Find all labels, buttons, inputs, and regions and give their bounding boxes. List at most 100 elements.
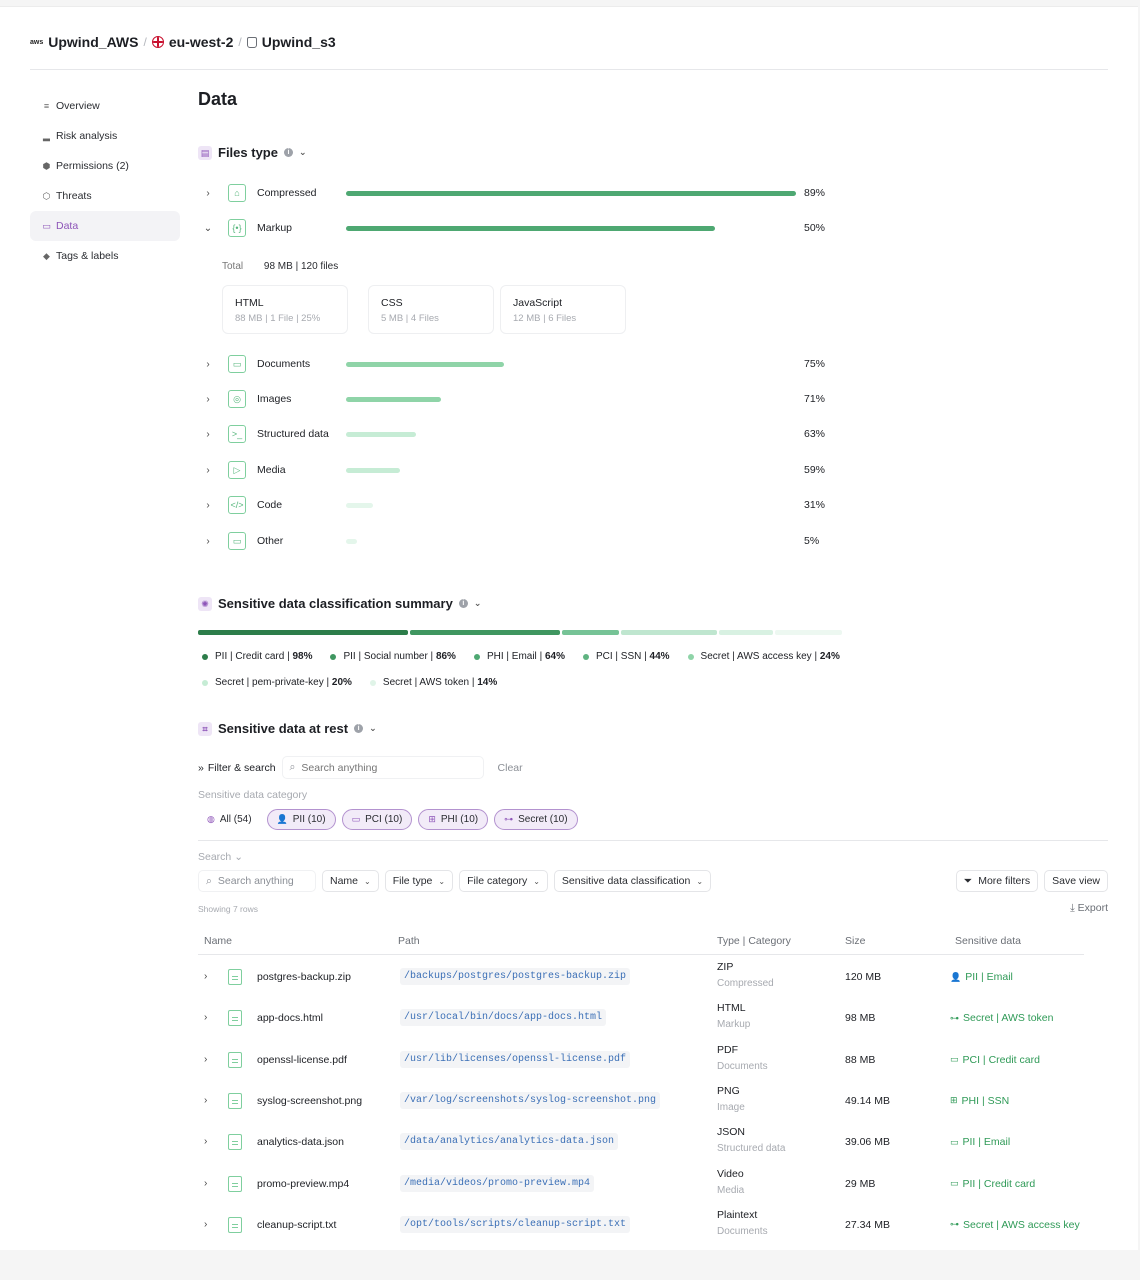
export-button[interactable]: ⤓ Export — [1070, 902, 1108, 915]
file-type-row[interactable]: › >_ Structured data 63% — [198, 422, 838, 446]
legend-item: PCI | SSN | 44% — [582, 651, 670, 662]
table-row[interactable]: › syslog-screenshot.png/var/log/screensho… — [198, 1081, 1084, 1122]
file-path[interactable]: /usr/local/bin/docs/app-docs.html — [400, 1009, 607, 1027]
chevron-right-icon[interactable]: › — [198, 465, 218, 476]
table-row[interactable]: › app-docs.html/usr/local/bin/docs/app-do… — [198, 998, 1084, 1039]
file-type-bar — [346, 502, 373, 508]
info-icon[interactable]: i — [283, 148, 293, 157]
sensitive-data-tag[interactable]: ⊶ Secret | AWS token — [950, 1012, 1053, 1024]
classification-header[interactable]: ✺ Sensitive data classification summary … — [198, 596, 481, 611]
subtype-detail: 5 MB | 4 Files — [381, 313, 439, 324]
chevron-right-icon[interactable]: › — [204, 1136, 207, 1147]
file-type-bar-track — [346, 190, 796, 196]
chevron-right-icon[interactable]: › — [198, 429, 218, 440]
sidebar-item-threats[interactable]: ⬡ Threats — [30, 181, 180, 211]
more-filters-button[interactable]: ⏷ More filters — [955, 870, 1039, 892]
sensitive-data-tag[interactable]: 👤 PII | Email — [950, 971, 1013, 983]
filter-dropdown[interactable]: File category ⌄ — [459, 870, 548, 892]
sensitive-data-tag[interactable]: ▭ PII | Email — [950, 1136, 1010, 1148]
info-icon[interactable]: i — [354, 724, 364, 733]
chevron-right-icon[interactable]: › — [198, 359, 218, 370]
column-header[interactable]: Sensitive data — [955, 935, 1021, 947]
sensitive-data-tag[interactable]: ⊞ PHI | SSN — [950, 1095, 1009, 1107]
file-type-row[interactable]: › ▷ Media 59% — [198, 458, 838, 482]
markup-subtype-card[interactable]: JavaScript 12 MB | 6 Files — [500, 285, 626, 334]
sidebar-item-data[interactable]: ▭ Data — [30, 211, 180, 241]
category-search-input[interactable] — [301, 761, 472, 774]
file-type-row[interactable]: ⌄ {•} Markup 50% — [198, 216, 838, 240]
column-header[interactable]: Path — [398, 935, 420, 947]
files-type-header[interactable]: ▤ Files type i ⌄ — [198, 145, 307, 160]
file-type-bar-track — [346, 361, 796, 367]
table-row[interactable]: › promo-preview.mp4/media/videos/promo-pr… — [198, 1164, 1084, 1205]
markup-subtype-card[interactable]: CSS 5 MB | 4 Files — [368, 285, 494, 334]
column-header[interactable]: Size — [845, 935, 865, 947]
file-path[interactable]: /var/log/screenshots/syslog-screenshot.p… — [400, 1091, 661, 1109]
info-icon[interactable]: i — [458, 599, 468, 608]
table-row[interactable]: › openssl-license.pdf/usr/lib/licenses/op… — [198, 1040, 1084, 1081]
file-path[interactable]: /usr/lib/licenses/openssl-license.pdf — [400, 1050, 631, 1068]
file-size: 29 MB — [845, 1177, 876, 1190]
chevron-right-icon[interactable]: › — [198, 500, 218, 511]
search-label[interactable]: Search ⌄ — [198, 851, 243, 863]
file-path[interactable]: /opt/tools/scripts/cleanup-script.txt — [400, 1215, 631, 1233]
file-type-row[interactable]: › ▭ Documents 75% — [198, 352, 838, 376]
chevron-right-icon[interactable]: › — [204, 1178, 207, 1189]
sidebar-item-risk[interactable]: ▂ Risk analysis — [30, 121, 180, 151]
table-row[interactable]: › cleanup-script.txt/opt/tools/scripts/cl… — [198, 1205, 1084, 1246]
sensitive-data-tag[interactable]: ▭ PII | Credit card — [950, 1178, 1035, 1190]
filter-dropdown[interactable]: Sensitive data classification ⌄ — [553, 870, 712, 892]
at-rest-header[interactable]: ⌗ Sensitive data at rest i ⌄ — [198, 721, 377, 736]
breadcrumb-account[interactable]: aws Upwind_AWS — [30, 34, 138, 50]
markup-subtype-card[interactable]: HTML 88 MB | 1 File | 25% — [222, 285, 348, 334]
file-path[interactable]: /backups/postgres/postgres-backup.zip — [400, 968, 631, 985]
chevron-right-icon[interactable]: › — [198, 394, 218, 405]
category-chip[interactable]: 👤 PII (10) — [266, 809, 336, 830]
file-path[interactable]: /media/videos/promo-preview.mp4 — [400, 1174, 595, 1192]
breadcrumb-resource[interactable]: Upwind_s3 — [246, 34, 336, 50]
category-chip[interactable]: ◍ All (54) — [198, 809, 261, 830]
file-type-percent: 75% — [804, 358, 826, 370]
filter-search-button[interactable]: » Filter & search — [198, 762, 276, 774]
sidebar-item-overview[interactable]: ≡ Overview — [30, 91, 180, 121]
file-type-row[interactable]: › ◎ Images 71% — [198, 387, 838, 411]
chevron-right-icon[interactable]: › — [204, 1095, 207, 1106]
chevron-right-icon[interactable]: › — [204, 1054, 207, 1065]
file-type-row[interactable]: › ⌂ Compressed 89% — [198, 181, 838, 205]
file-type-row[interactable]: › </> Code 31% — [198, 493, 838, 517]
chevron-right-icon[interactable]: › — [204, 1012, 207, 1023]
sidebar-item-tags[interactable]: ◆ Tags & labels — [30, 241, 180, 271]
category-chip[interactable]: ⊶ Secret (10) — [494, 809, 578, 830]
filter-dropdown[interactable]: Name ⌄ — [322, 870, 379, 892]
table-row[interactable]: › postgres-backup.zip/backups/postgres/po… — [198, 957, 1084, 998]
chevron-down-icon[interactable]: ⌄ — [299, 147, 307, 158]
category-chip[interactable]: ▭ PCI (10) — [341, 809, 413, 830]
column-header[interactable]: Name — [204, 935, 232, 947]
breadcrumb-region[interactable]: eu-west-2 — [151, 34, 233, 50]
chevron-down-icon[interactable]: ⌄ — [198, 223, 218, 234]
chevron-down-icon: ⌄ — [364, 876, 371, 886]
chevron-down-icon: ⌄ — [533, 876, 540, 886]
classification-segment — [410, 630, 561, 635]
sensitive-data-tag[interactable]: ▭ PCI | Credit card — [950, 1054, 1040, 1066]
chevron-down-icon[interactable]: ⌄ — [474, 598, 482, 609]
chevron-right-icon[interactable]: › — [198, 536, 218, 547]
file-path[interactable]: /data/analytics/analytics-data.json — [400, 1133, 619, 1151]
chevron-right-icon[interactable]: › — [204, 971, 207, 982]
column-header[interactable]: Type | Category — [717, 935, 791, 947]
file-type-row[interactable]: › ▭ Other 5% — [198, 529, 838, 553]
sidebar-item-permissions[interactable]: ⬢ Permissions (2) — [30, 151, 180, 181]
table-search[interactable]: ⌕ Search anything — [198, 870, 316, 892]
category-search[interactable]: ⌕ — [281, 756, 484, 779]
category-chip[interactable]: ⊞ PHI (10) — [418, 809, 489, 830]
sensitive-data-tag[interactable]: ⊶ Secret | AWS access key — [950, 1219, 1080, 1231]
chevron-right-icon[interactable]: › — [204, 1219, 207, 1230]
table-row[interactable]: › analytics-data.json/data/analytics/anal… — [198, 1122, 1084, 1163]
file-type-percent: 50% — [804, 222, 826, 234]
save-view-button[interactable]: Save view — [1044, 870, 1108, 892]
chevron-down-icon[interactable]: ⌄ — [369, 723, 377, 734]
chevron-right-icon[interactable]: › — [198, 188, 218, 199]
clear-button[interactable]: Clear — [498, 762, 523, 774]
file-type-percent: 89% — [804, 187, 826, 199]
filter-dropdown[interactable]: File type ⌄ — [384, 870, 454, 892]
